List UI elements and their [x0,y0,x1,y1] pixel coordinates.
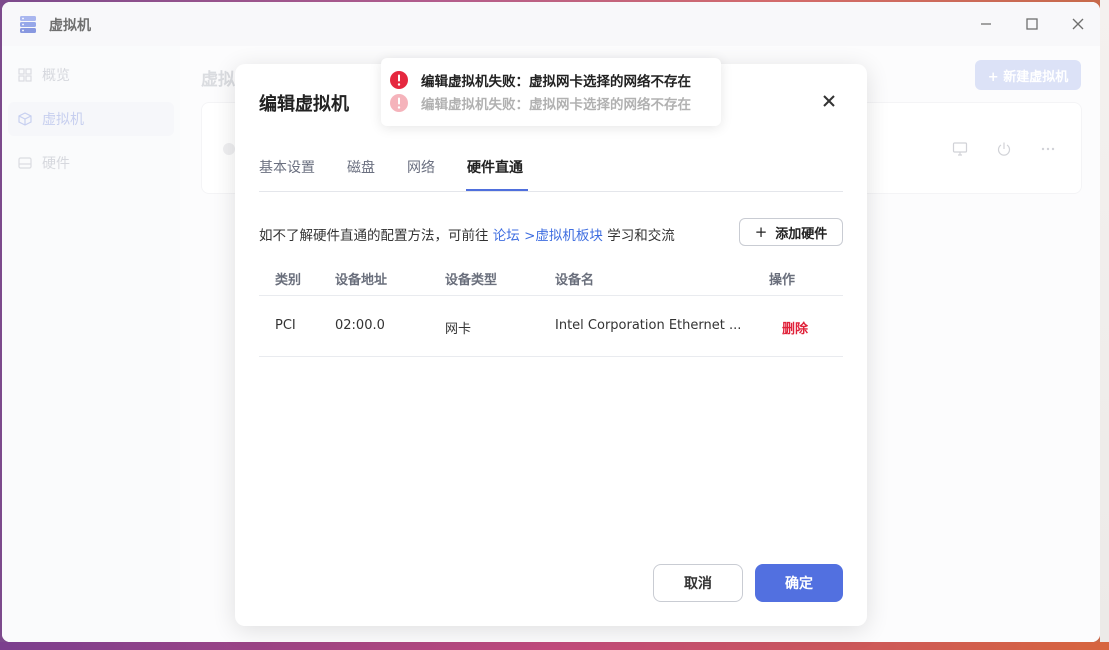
toast-stack: 编辑虚拟机失败：虚拟网卡选择的网络不存在 编辑虚拟机失败：虚拟网卡选择的网络不存… [381,58,721,126]
active-tab-indicator [466,189,528,191]
desktop-background [1100,0,1109,650]
cell-device-name: Intel Corporation Ethernet ... [555,318,742,333]
column-header: 设备名 [555,273,595,288]
table-header: 类别 设备地址 设备类型 设备名 操作 [259,260,843,296]
desktop-taskbar-edge [0,642,1109,650]
plus-icon: + [754,223,768,241]
tab-network[interactable]: 网络 [407,157,435,177]
toast-message: 编辑虚拟机失败：虚拟网卡选择的网络不存在 [421,74,691,90]
column-header: 设备类型 [445,273,498,288]
column-header: 设备地址 [335,273,388,288]
cell-address: 02:00.0 [335,318,385,333]
error-toast: 编辑虚拟机失败：虚拟网卡选择的网络不存在 [389,70,691,90]
cancel-button[interactable]: 取消 [653,564,743,602]
tab-hardware-passthrough[interactable]: 硬件直通 [467,157,523,177]
tab-disk[interactable]: 磁盘 [347,157,375,177]
error-icon [390,94,408,112]
cell-category: PCI [275,318,296,333]
error-icon [390,71,408,89]
cell-type: 网卡 [445,322,472,337]
add-hardware-button[interactable]: + 添加硬件 [739,218,843,246]
passthrough-hint: 如不了解硬件直通的配置方法，可前往 论坛 >虚拟机板块 学习和交流 [259,224,675,244]
add-hardware-label: 添加硬件 [775,226,828,242]
dialog-title: 编辑虚拟机 [259,94,349,115]
edit-vm-dialog: 编辑虚拟机 基本设置 磁盘 网络 硬件直通 如不了解硬件直通的配置方法，可前往 … [235,64,867,626]
toast-message: 编辑虚拟机失败：虚拟网卡选择的网络不存在 [421,97,691,113]
column-header: 类别 [275,273,302,288]
close-icon[interactable] [821,93,837,109]
tab-basic-settings[interactable]: 基本设置 [259,157,315,177]
column-header: 操作 [769,273,796,288]
hint-text: 如不了解硬件直通的配置方法，可前往 [259,228,493,244]
forum-link[interactable]: 论坛 >虚拟机板块 [493,228,603,244]
delete-button[interactable]: 删除 [782,318,808,337]
tab-bar: 基本设置 磁盘 网络 硬件直通 [259,150,843,192]
error-toast: 编辑虚拟机失败：虚拟网卡选择的网络不存在 [389,93,691,113]
table-row: PCI 02:00.0 网卡 Intel Corporation Etherne… [259,296,843,357]
confirm-button[interactable]: 确定 [755,564,843,602]
hint-text: 学习和交流 [602,228,675,244]
